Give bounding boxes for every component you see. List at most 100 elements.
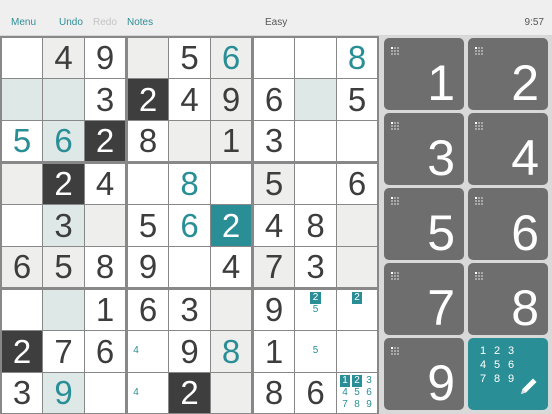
cell-r6c4[interactable]: 9	[128, 247, 168, 287]
cell-r2c4[interactable]: 2	[128, 79, 168, 120]
cell-r3c1[interactable]: 5	[2, 121, 42, 161]
cell-r2c5[interactable]: 4	[169, 79, 210, 120]
cell-r1c6[interactable]: 6	[211, 38, 251, 78]
cell-r9c8[interactable]: 6	[295, 373, 336, 413]
cell-r3c3[interactable]: 2	[85, 121, 125, 161]
cell-r5c2[interactable]: 3	[43, 205, 84, 246]
cell-r4c1[interactable]	[2, 164, 42, 204]
digit-key-2[interactable]: 2	[468, 38, 548, 110]
cell-r1c9[interactable]: 8	[337, 38, 377, 78]
cell-r5c4[interactable]: 5	[128, 205, 168, 246]
cell-r1c3[interactable]: 9	[85, 38, 125, 78]
cell-r1c7[interactable]	[254, 38, 294, 78]
cell-r3c6[interactable]: 1	[211, 121, 251, 161]
digit-key-7[interactable]: 7	[384, 263, 464, 335]
cell-r5c1[interactable]	[2, 205, 42, 246]
cell-r5c6[interactable]: 2	[211, 205, 251, 246]
cell-r9c6[interactable]	[211, 373, 251, 413]
cell-r8c6[interactable]: 8	[211, 331, 251, 372]
cell-r6c6[interactable]: 4	[211, 247, 251, 287]
cell-r2c7[interactable]: 6	[254, 79, 294, 120]
cell-r2c1[interactable]	[2, 79, 42, 120]
cell-r5c9[interactable]	[337, 205, 377, 246]
cell-r7c5[interactable]: 3	[169, 290, 210, 330]
digit-key-3[interactable]: 3	[384, 113, 464, 185]
cell-r3c4[interactable]: 8	[128, 121, 168, 161]
cell-r1c8[interactable]	[295, 38, 336, 78]
cell-r7c4[interactable]: 6	[128, 290, 168, 330]
cell-r6c9[interactable]	[337, 247, 377, 287]
cell-r4c5[interactable]: 8	[169, 164, 210, 204]
cell-r6c7[interactable]: 7	[254, 247, 294, 287]
cell-r9c4[interactable]: 4	[128, 373, 168, 413]
cell-r6c3[interactable]: 8	[85, 247, 125, 287]
cell-r4c6[interactable]	[211, 164, 251, 204]
cell-r6c5[interactable]	[169, 247, 210, 287]
cell-r8c3[interactable]: 6	[85, 331, 125, 372]
cell-r4c9[interactable]: 6	[337, 164, 377, 204]
number-keypad: 123456789123456789	[379, 36, 552, 414]
cell-r1c1[interactable]	[2, 38, 42, 78]
cell-r2c9[interactable]: 5	[337, 79, 377, 120]
cell-r2c2[interactable]	[43, 79, 84, 120]
digit-key-6[interactable]: 6	[468, 188, 548, 260]
cell-r3c7[interactable]: 3	[254, 121, 294, 161]
menu-button[interactable]: Menu	[11, 17, 36, 29]
undo-button[interactable]: Undo	[59, 17, 83, 29]
cell-r1c5[interactable]: 5	[169, 38, 210, 78]
cell-r6c1[interactable]: 6	[2, 247, 42, 287]
cell-r1c2[interactable]: 4	[43, 38, 84, 78]
cell-r5c7[interactable]: 4	[254, 205, 294, 246]
cell-r7c2[interactable]	[43, 290, 84, 330]
cell-r9c1[interactable]: 3	[2, 373, 42, 413]
cell-r4c8[interactable]	[295, 164, 336, 204]
pencil-marks: 4	[130, 375, 166, 411]
cell-r8c5[interactable]: 9	[169, 331, 210, 372]
cell-r7c3[interactable]: 1	[85, 290, 125, 330]
cell-r9c5[interactable]: 2	[169, 373, 210, 413]
pencil-mode-key[interactable]: 123 456 789	[468, 338, 548, 410]
cell-r2c3[interactable]: 3	[85, 79, 125, 120]
cell-r8c4[interactable]: 4	[128, 331, 168, 372]
cell-r8c2[interactable]: 7	[43, 331, 84, 372]
cell-r7c9[interactable]: 2	[337, 290, 377, 330]
digit-key-1[interactable]: 1	[384, 38, 464, 110]
cell-r9c7[interactable]: 8	[254, 373, 294, 413]
notes-button[interactable]: Notes	[127, 17, 153, 29]
cell-r8c7[interactable]: 1	[254, 331, 294, 372]
pencil-mark: 7	[342, 399, 348, 410]
cell-r6c2[interactable]: 5	[43, 247, 84, 287]
cell-r9c9[interactable]: 123 456 789	[337, 373, 377, 413]
cell-r5c3[interactable]	[85, 205, 125, 246]
cell-r4c7[interactable]: 5	[254, 164, 294, 204]
cell-r5c8[interactable]: 8	[295, 205, 336, 246]
cell-r4c3[interactable]: 4	[85, 164, 125, 204]
digit-key-9[interactable]: 9	[384, 338, 464, 410]
cell-r2c6[interactable]: 9	[211, 79, 251, 120]
cell-r7c6[interactable]	[211, 290, 251, 330]
cell-r8c8[interactable]: 5	[295, 331, 336, 372]
digit-key-8[interactable]: 8	[468, 263, 548, 335]
cell-r7c1[interactable]	[2, 290, 42, 330]
cell-r8c1[interactable]: 2	[2, 331, 42, 372]
redo-button[interactable]: Redo	[93, 17, 117, 29]
digit-key-4[interactable]: 4	[468, 113, 548, 185]
cell-r3c2[interactable]: 6	[43, 121, 84, 161]
cell-r3c5[interactable]	[169, 121, 210, 161]
cell-r9c2[interactable]: 9	[43, 373, 84, 413]
cell-r4c4[interactable]	[128, 164, 168, 204]
cell-r1c4[interactable]	[128, 38, 168, 78]
cell-r7c8[interactable]: 25	[295, 290, 336, 330]
cell-r6c8[interactable]: 3	[295, 247, 336, 287]
cell-r7c7[interactable]: 9	[254, 290, 294, 330]
cell-r4c2[interactable]: 2	[43, 164, 84, 204]
cell-r9c3[interactable]	[85, 373, 125, 413]
cell-r3c9[interactable]	[337, 121, 377, 161]
cell-r3c8[interactable]	[295, 121, 336, 161]
cell-r2c8[interactable]	[295, 79, 336, 120]
digit-key-5[interactable]: 5	[384, 188, 464, 260]
pencil-marks: 5	[297, 333, 334, 370]
cell-r5c5[interactable]: 6	[169, 205, 210, 246]
pencil-mark	[130, 399, 142, 411]
cell-r8c9[interactable]	[337, 331, 377, 372]
